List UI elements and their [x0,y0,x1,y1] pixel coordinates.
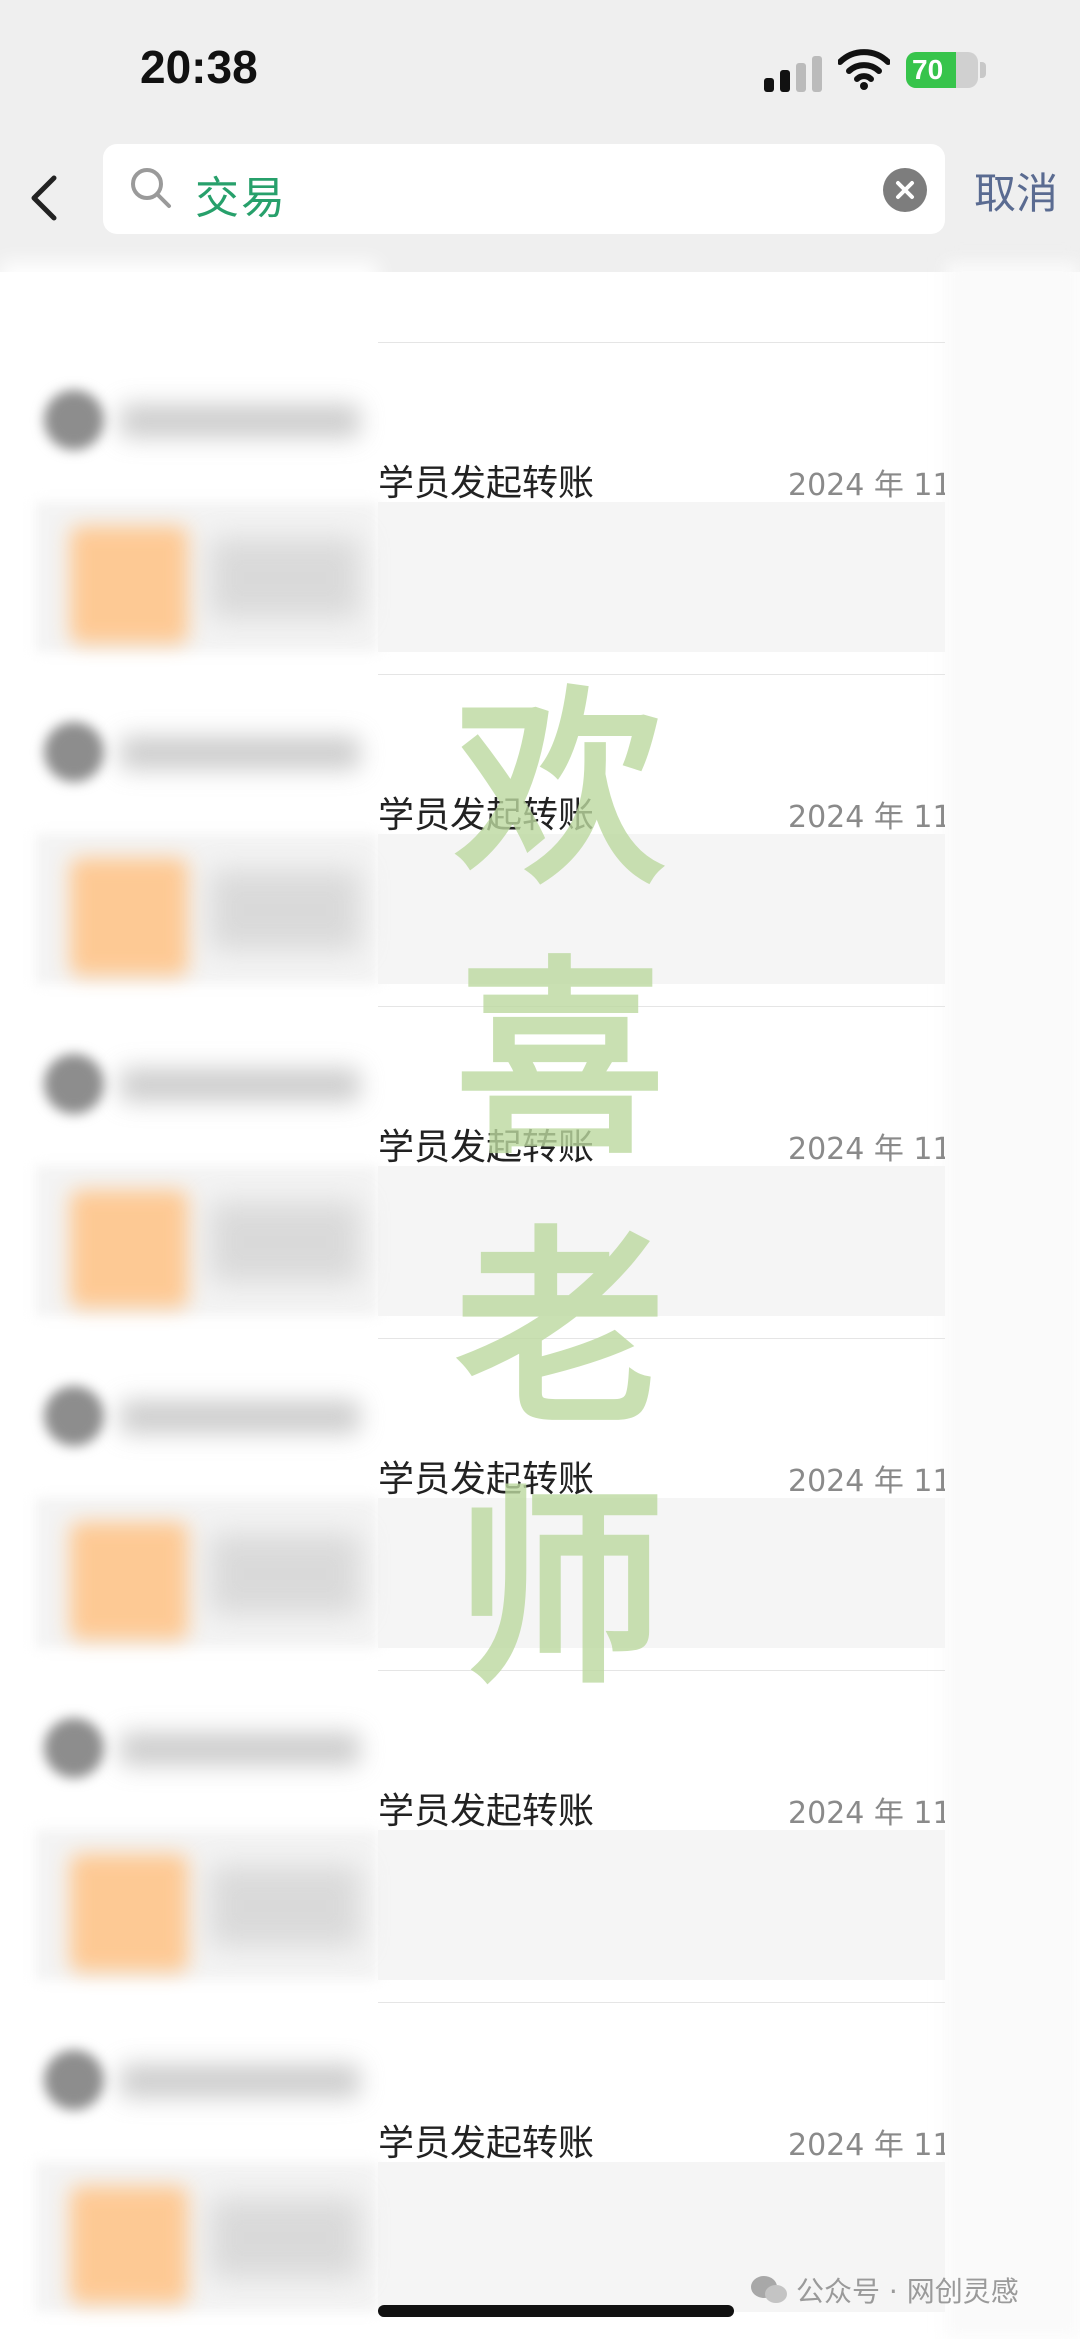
search-input[interactable]: 交易 [103,144,945,234]
blurred-text [210,1866,360,1946]
thumbnail [70,1522,188,1640]
wifi-icon [838,49,890,90]
blurred-name [120,1400,360,1434]
clear-button[interactable] [883,168,927,212]
watermark-char: 欢 [454,666,665,913]
battery-icon: 70 [906,52,978,88]
status-time: 20:38 [140,41,258,93]
avatar [44,722,104,782]
blurred-name [120,736,360,770]
thumbnail [70,526,188,644]
result-date: 2024 年 11 月 [788,1132,945,1167]
back-arrow-icon[interactable] [22,170,66,226]
thumbnail [70,858,188,976]
avatar [44,1054,104,1114]
result-date: 2024 年 11 月 [788,468,945,503]
blurred-name [120,2064,360,2098]
result-title: 学员发起转账 [378,1791,595,1832]
cancel-button[interactable]: 取消 [974,160,1058,221]
status-bar: 20:38 70 [0,0,1080,140]
watermark-char: 师 [454,1466,665,1713]
divider [378,2002,945,2003]
watermark-char: 老 [454,1206,665,1453]
blurred-text [210,1202,360,1282]
thumbnail [70,1190,188,1308]
result-date: 2024 年 11 月 [788,1464,945,1499]
battery-tip [980,62,986,78]
blurred-text [210,538,360,618]
watermark-char: 喜 [454,936,665,1183]
avatar [44,390,104,450]
avatar [44,2050,104,2110]
thumbnail [70,1854,188,1972]
signal-icon [764,56,822,92]
blurred-text [210,1534,360,1614]
divider [378,342,945,343]
search-header: 交易 取消 [0,140,1080,272]
message-card[interactable] [378,1830,945,1980]
blurred-name [120,404,360,438]
wechat-icon [751,2276,787,2303]
source-badge: 公众号 · 网创灵感 [750,2270,1019,2310]
result-title: 学员发起转账 [378,463,595,504]
result-title: 学员发起转账 [378,2123,595,2164]
avatar [44,1386,104,1446]
search-query[interactable]: 交易 [195,162,287,226]
home-indicator[interactable] [378,2305,734,2317]
result-date: 2024 年 11 月 [788,1796,945,1831]
result-date: 2024 年 11 月 [788,800,945,835]
close-icon [896,181,914,199]
source-text: 公众号 · 网创灵感 [796,2275,1019,2308]
blurred-name [120,1732,360,1766]
result-date: 2024 年 11 月 [788,2128,945,2163]
blurred-text [210,2198,360,2278]
battery-level: 70 [912,54,944,85]
blurred-text [210,870,360,950]
thumbnail [70,2186,188,2304]
blurred-name [120,1068,360,1102]
avatar [44,1718,104,1778]
search-icon [131,168,171,208]
watermark: 欢 喜 老 师 [440,620,700,1713]
